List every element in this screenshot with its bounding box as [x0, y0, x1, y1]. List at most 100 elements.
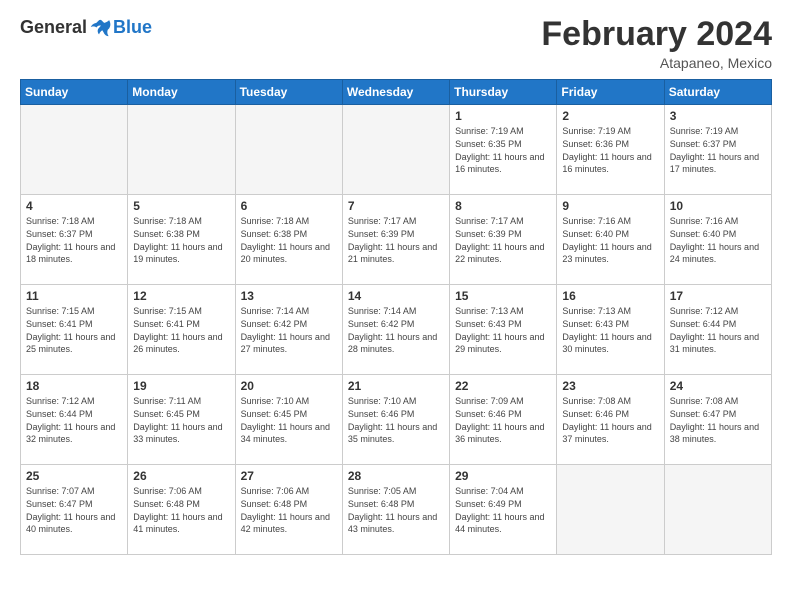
- week-row-5: 25Sunrise: 7:07 AM Sunset: 6:47 PM Dayli…: [21, 465, 772, 555]
- day-number: 21: [348, 379, 444, 393]
- day-cell: 3 Sunrise: 7:19 AM Sunset: 6:37 PM Daylig…: [664, 105, 771, 195]
- day-cell: 6 Sunrise: 7:18 AM Sunset: 6:38 PM Daylig…: [235, 195, 342, 285]
- header: General Blue February 2024 Atapaneo, Mex…: [20, 16, 772, 71]
- day-cell: 16 Sunrise: 7:13 AM Sunset: 6:43 PM Dayli…: [557, 285, 664, 375]
- day-cell: 12 Sunrise: 7:15 AM Sunset: 6:41 PM Dayli…: [128, 285, 235, 375]
- day-number: 29: [455, 469, 551, 483]
- calendar-title: February 2024: [541, 16, 772, 53]
- day-info: Sunrise: 7:05 AM Sunset: 6:48 PM Dayligh…: [348, 485, 444, 535]
- day-number: 13: [241, 289, 337, 303]
- day-number: 28: [348, 469, 444, 483]
- day-number: 5: [133, 199, 229, 213]
- day-cell: 4 Sunrise: 7:18 AM Sunset: 6:37 PM Daylig…: [21, 195, 128, 285]
- logo: General Blue: [20, 16, 152, 38]
- day-header-sunday: Sunday: [21, 80, 128, 105]
- day-number: 17: [670, 289, 766, 303]
- day-cell: 10 Sunrise: 7:16 AM Sunset: 6:40 PM Dayli…: [664, 195, 771, 285]
- day-info: Sunrise: 7:12 AM Sunset: 6:44 PM Dayligh…: [670, 305, 766, 355]
- day-number: 23: [562, 379, 658, 393]
- day-number: 9: [562, 199, 658, 213]
- day-cell: 24Sunrise: 7:08 AM Sunset: 6:47 PM Dayli…: [664, 375, 771, 465]
- day-number: 16: [562, 289, 658, 303]
- day-number: 4: [26, 199, 122, 213]
- week-row-1: 1 Sunrise: 7:19 AM Sunset: 6:35 PM Daylig…: [21, 105, 772, 195]
- calendar-subtitle: Atapaneo, Mexico: [541, 55, 772, 71]
- day-cell: [557, 465, 664, 555]
- day-number: 14: [348, 289, 444, 303]
- day-cell: 28 Sunrise: 7:05 AM Sunset: 6:48 PM Dayli…: [342, 465, 449, 555]
- day-cell: 13 Sunrise: 7:14 AM Sunset: 6:42 PM Dayli…: [235, 285, 342, 375]
- week-row-3: 11 Sunrise: 7:15 AM Sunset: 6:41 PM Dayli…: [21, 285, 772, 375]
- day-number: 19: [133, 379, 229, 393]
- day-number: 27: [241, 469, 337, 483]
- day-info: Sunrise: 7:19 AM Sunset: 6:36 PM Dayligh…: [562, 125, 658, 175]
- day-info: Sunrise: 7:18 AM Sunset: 6:37 PM Dayligh…: [26, 215, 122, 265]
- day-cell: 29 Sunrise: 7:04 AM Sunset: 6:49 PM Dayli…: [450, 465, 557, 555]
- day-number: 1: [455, 109, 551, 123]
- day-info: Sunrise: 7:10 AM Sunset: 6:45 PM Dayligh…: [241, 395, 337, 445]
- day-cell: 19 Sunrise: 7:11 AM Sunset: 6:45 PM Dayli…: [128, 375, 235, 465]
- day-cell: 20 Sunrise: 7:10 AM Sunset: 6:45 PM Dayli…: [235, 375, 342, 465]
- day-info: Sunrise: 7:16 AM Sunset: 6:40 PM Dayligh…: [670, 215, 766, 265]
- day-cell: 23 Sunrise: 7:08 AM Sunset: 6:46 PM Dayli…: [557, 375, 664, 465]
- day-cell: 8Sunrise: 7:17 AM Sunset: 6:39 PM Daylig…: [450, 195, 557, 285]
- day-cell: 7Sunrise: 7:17 AM Sunset: 6:39 PM Daylig…: [342, 195, 449, 285]
- day-number: 20: [241, 379, 337, 393]
- day-header-saturday: Saturday: [664, 80, 771, 105]
- day-info: Sunrise: 7:15 AM Sunset: 6:41 PM Dayligh…: [26, 305, 122, 355]
- day-info: Sunrise: 7:18 AM Sunset: 6:38 PM Dayligh…: [133, 215, 229, 265]
- day-header-tuesday: Tuesday: [235, 80, 342, 105]
- day-number: 26: [133, 469, 229, 483]
- day-cell: 9 Sunrise: 7:16 AM Sunset: 6:40 PM Daylig…: [557, 195, 664, 285]
- day-number: 12: [133, 289, 229, 303]
- day-cell: [128, 105, 235, 195]
- logo-general-text: General: [20, 17, 87, 38]
- day-info: Sunrise: 7:17 AM Sunset: 6:39 PM Dayligh…: [455, 215, 551, 265]
- day-cell: 11 Sunrise: 7:15 AM Sunset: 6:41 PM Dayli…: [21, 285, 128, 375]
- day-header-monday: Monday: [128, 80, 235, 105]
- day-header-friday: Friday: [557, 80, 664, 105]
- day-info: Sunrise: 7:19 AM Sunset: 6:35 PM Dayligh…: [455, 125, 551, 175]
- day-cell: 1 Sunrise: 7:19 AM Sunset: 6:35 PM Daylig…: [450, 105, 557, 195]
- day-info: Sunrise: 7:16 AM Sunset: 6:40 PM Dayligh…: [562, 215, 658, 265]
- day-cell: [235, 105, 342, 195]
- day-cell: [664, 465, 771, 555]
- day-number: 18: [26, 379, 122, 393]
- day-info: Sunrise: 7:13 AM Sunset: 6:43 PM Dayligh…: [562, 305, 658, 355]
- day-number: 10: [670, 199, 766, 213]
- title-block: February 2024 Atapaneo, Mexico: [541, 16, 772, 71]
- day-cell: 25Sunrise: 7:07 AM Sunset: 6:47 PM Dayli…: [21, 465, 128, 555]
- day-info: Sunrise: 7:08 AM Sunset: 6:46 PM Dayligh…: [562, 395, 658, 445]
- day-number: 22: [455, 379, 551, 393]
- day-cell: 22 Sunrise: 7:09 AM Sunset: 6:46 PM Dayli…: [450, 375, 557, 465]
- day-cell: [342, 105, 449, 195]
- day-number: 11: [26, 289, 122, 303]
- day-info: Sunrise: 7:11 AM Sunset: 6:45 PM Dayligh…: [133, 395, 229, 445]
- day-info: Sunrise: 7:18 AM Sunset: 6:38 PM Dayligh…: [241, 215, 337, 265]
- day-info: Sunrise: 7:12 AM Sunset: 6:44 PM Dayligh…: [26, 395, 122, 445]
- day-cell: 15Sunrise: 7:13 AM Sunset: 6:43 PM Dayli…: [450, 285, 557, 375]
- day-info: Sunrise: 7:06 AM Sunset: 6:48 PM Dayligh…: [241, 485, 337, 535]
- day-info: Sunrise: 7:09 AM Sunset: 6:46 PM Dayligh…: [455, 395, 551, 445]
- day-cell: 5 Sunrise: 7:18 AM Sunset: 6:38 PM Daylig…: [128, 195, 235, 285]
- day-info: Sunrise: 7:14 AM Sunset: 6:42 PM Dayligh…: [348, 305, 444, 355]
- day-info: Sunrise: 7:04 AM Sunset: 6:49 PM Dayligh…: [455, 485, 551, 535]
- day-number: 2: [562, 109, 658, 123]
- logo-blue-text: Blue: [113, 17, 152, 38]
- day-number: 25: [26, 469, 122, 483]
- day-cell: 17 Sunrise: 7:12 AM Sunset: 6:44 PM Dayli…: [664, 285, 771, 375]
- day-cell: [21, 105, 128, 195]
- day-info: Sunrise: 7:15 AM Sunset: 6:41 PM Dayligh…: [133, 305, 229, 355]
- day-number: 3: [670, 109, 766, 123]
- page: General Blue February 2024 Atapaneo, Mex…: [0, 0, 792, 612]
- day-cell: 14 Sunrise: 7:14 AM Sunset: 6:42 PM Dayli…: [342, 285, 449, 375]
- day-cell: 18 Sunrise: 7:12 AM Sunset: 6:44 PM Dayli…: [21, 375, 128, 465]
- day-cell: 21Sunrise: 7:10 AM Sunset: 6:46 PM Dayli…: [342, 375, 449, 465]
- week-row-4: 18 Sunrise: 7:12 AM Sunset: 6:44 PM Dayli…: [21, 375, 772, 465]
- day-info: Sunrise: 7:19 AM Sunset: 6:37 PM Dayligh…: [670, 125, 766, 175]
- day-number: 6: [241, 199, 337, 213]
- days-header-row: SundayMondayTuesdayWednesdayThursdayFrid…: [21, 80, 772, 105]
- day-info: Sunrise: 7:14 AM Sunset: 6:42 PM Dayligh…: [241, 305, 337, 355]
- week-row-2: 4 Sunrise: 7:18 AM Sunset: 6:37 PM Daylig…: [21, 195, 772, 285]
- day-info: Sunrise: 7:08 AM Sunset: 6:47 PM Dayligh…: [670, 395, 766, 445]
